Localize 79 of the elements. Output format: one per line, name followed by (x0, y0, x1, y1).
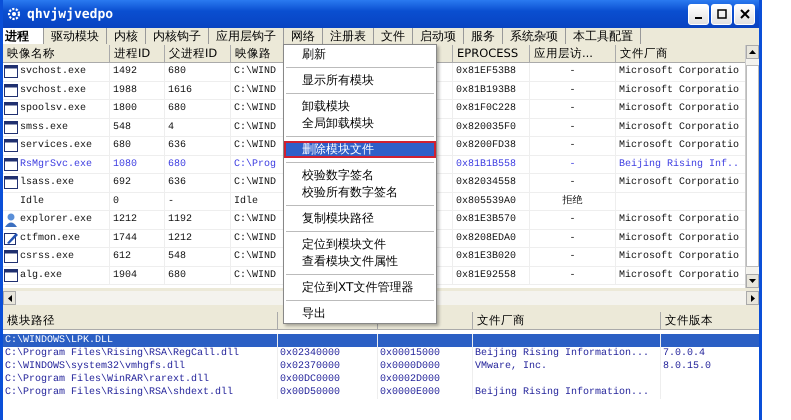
table-cell: C:\WINDOWS\LPK.DLL (3, 334, 278, 347)
table-cell: C:\Program Files\Rising\RSA\RegCall.dll (3, 347, 278, 360)
process-name: svchost.exe (20, 64, 86, 80)
table-cell: 0x0002D000 (378, 373, 473, 386)
table-cell: 0 (110, 192, 165, 210)
table-cell: 0x820035F0 (453, 118, 530, 136)
process-name: spoolsv.exe (20, 102, 86, 116)
table-cell: 0x02370000 (278, 360, 378, 373)
table-cell: 0x00DC0000 (278, 373, 378, 386)
table-cell: 0x81EF53B8 (453, 63, 530, 80)
table-cell: C:\Program Files\WinRAR\rarext.dll (3, 373, 278, 386)
table-cell: 4 (165, 118, 231, 136)
table-cell: 1800 (110, 100, 165, 118)
table-cell: - (530, 137, 616, 154)
table-cell: 548 (110, 118, 165, 136)
table-cell: 0x81E92558 (453, 266, 530, 284)
table-cell: VMware, Inc. (473, 360, 661, 373)
table-cell: - (530, 118, 616, 136)
process-name: RsMgrSvc.exe (20, 158, 92, 172)
table-cell: 1744 (110, 230, 165, 247)
table-cell: 636 (165, 174, 231, 192)
table-cell: - (530, 248, 616, 266)
table-cell: 548 (165, 248, 231, 266)
table-cell: 0x82034558 (453, 174, 530, 192)
process-name: alg.exe (20, 268, 62, 283)
table-cell: 8.0.15.0 (661, 360, 759, 373)
table-cell: - (530, 174, 616, 192)
table-cell: - (530, 100, 616, 118)
table-cell: 0x81B193B8 (453, 82, 530, 99)
table-cell: 1904 (110, 266, 165, 284)
process-name: smss.exe (20, 120, 68, 135)
table-cell: 680 (165, 156, 231, 173)
table-cell: 0x0000E000 (378, 386, 473, 399)
table-cell: 0x00D50000 (278, 386, 378, 399)
table-cell: 692 (110, 174, 165, 192)
table-cell: 0x8200FD38 (453, 137, 530, 154)
process-name: ctfmon.exe (20, 232, 80, 246)
table-cell: 612 (110, 248, 165, 266)
table-cell: 636 (165, 137, 231, 154)
table-cell: 0x81E3B020 (453, 248, 530, 266)
table-cell: 0x81B1B558 (453, 156, 530, 173)
table-cell: 1616 (165, 82, 231, 99)
table-cell: 1988 (110, 82, 165, 99)
table-cell: 0x8208EDA0 (453, 230, 530, 247)
process-name: Idle (20, 194, 44, 209)
table-cell: 1212 (110, 211, 165, 228)
process-name: explorer.exe (20, 212, 92, 228)
table-cell: 680 (165, 266, 231, 284)
process-name: lsass.exe (20, 176, 74, 190)
table-cell: 拒绝 (530, 192, 616, 210)
table-cell: - (530, 82, 616, 99)
table-cell: 0x02340000 (278, 347, 378, 360)
window-title: qhvjwjvedpo (27, 6, 114, 22)
table-cell: 0x81E3B570 (453, 211, 530, 228)
table-cell: 680 (165, 63, 231, 80)
table-cell: Beijing Rising Information... (473, 386, 661, 399)
table-cell: - (530, 230, 616, 247)
process-name: svchost.exe (20, 84, 86, 98)
table-cell: C:\Program Files\Rising\RSA\shdext.dll (3, 386, 278, 399)
table-cell: 0x00015000 (378, 347, 473, 360)
table-cell: 1212 (165, 230, 231, 247)
table-cell: Beijing Rising Information... (473, 347, 661, 360)
table-cell: 1080 (110, 156, 165, 173)
table-cell: 0x0000D000 (378, 360, 473, 373)
table-cell: C:\WINDOWS\system32\vmhgfs.dll (3, 360, 278, 373)
table-cell: 0x805539A0 (453, 192, 530, 210)
process-name: services.exe (20, 138, 92, 154)
table-cell: - (530, 63, 616, 80)
table-cell: 680 (110, 137, 165, 154)
table-cell: - (530, 156, 616, 173)
process-name: csrss.exe (20, 250, 74, 264)
table-cell: 1192 (165, 211, 231, 228)
table-cell: 1492 (110, 63, 165, 80)
table-cell: 680 (165, 100, 231, 118)
table-cell: 7.0.0.4 (661, 347, 759, 360)
table-cell: - (530, 266, 616, 284)
table-cell: - (165, 192, 231, 210)
table-cell: - (530, 211, 616, 228)
table-cell: 0x81F0C228 (453, 100, 530, 118)
